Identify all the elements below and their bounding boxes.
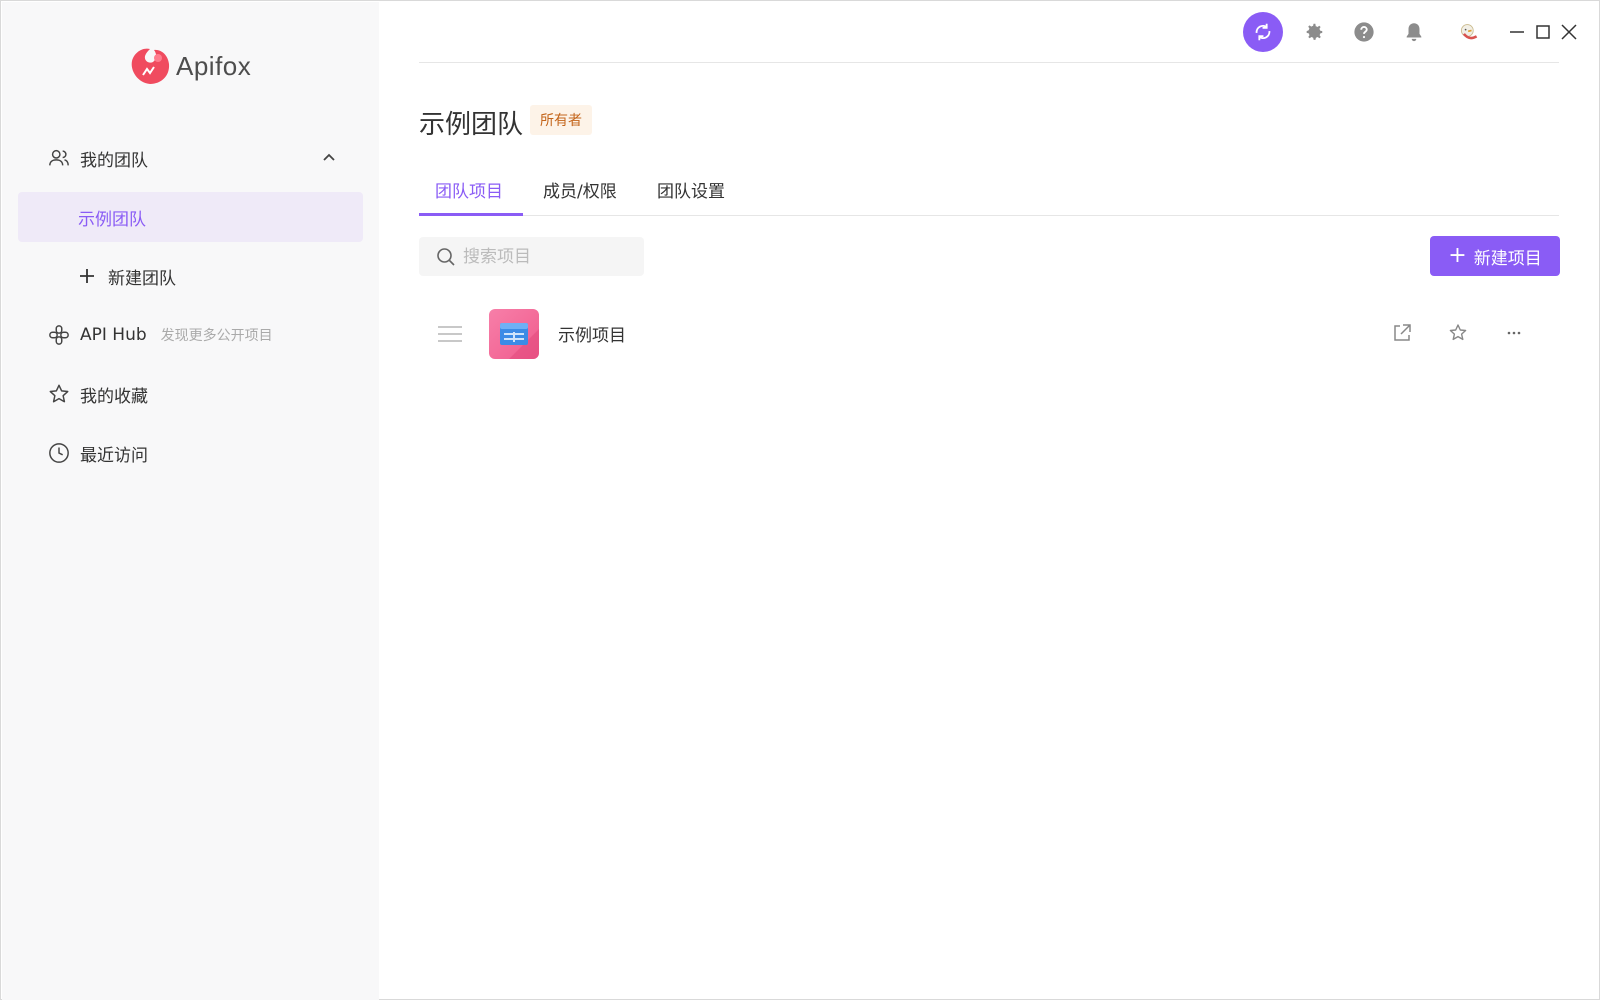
tab-members-permissions[interactable]: 成员/权限 — [543, 177, 617, 202]
open-external-icon[interactable] — [1391, 322, 1413, 344]
avatar[interactable] — [1456, 20, 1482, 46]
apifox-logo: Apifox — [128, 46, 251, 86]
plus-icon — [78, 267, 96, 285]
project-row[interactable]: 示例项目 — [419, 306, 1559, 362]
sidebar-item-recent[interactable]: 最近访问 — [18, 428, 363, 478]
page-title: 示例团队 — [419, 104, 523, 141]
sidebar-item-new-team[interactable]: 新建团队 — [18, 251, 363, 301]
project-name[interactable]: 示例项目 — [558, 321, 626, 346]
star-icon — [47, 382, 71, 406]
sync-icon — [1252, 21, 1274, 43]
project-icon — [489, 309, 539, 359]
star-icon[interactable] — [1447, 322, 1469, 344]
sidebar-item-label: 我的团队 — [80, 146, 148, 171]
settings-icon[interactable] — [1302, 20, 1326, 44]
role-badge: 所有者 — [530, 105, 592, 135]
tab-team-settings[interactable]: 团队设置 — [657, 177, 725, 202]
close-icon[interactable] — [1560, 23, 1578, 41]
sidebar-item-label: API Hub — [80, 325, 147, 345]
sidebar: Apifox 我的团队 示例团队 新建团队 — [2, 2, 379, 1000]
sidebar-item-favorites[interactable]: 我的收藏 — [18, 369, 363, 419]
sidebar-item-label: 我的收藏 — [80, 382, 148, 407]
app-window: Apifox 我的团队 示例团队 新建团队 — [0, 0, 1600, 1000]
sidebar-item-my-teams[interactable]: 我的团队 — [18, 133, 363, 183]
plus-icon: + — [1448, 245, 1466, 267]
api-hub-icon — [47, 323, 71, 347]
tab-bar: 团队项目 成员/权限 团队设置 — [419, 169, 1559, 216]
search-box[interactable] — [419, 237, 644, 276]
active-tab-indicator — [419, 213, 523, 216]
more-icon[interactable] — [1503, 322, 1525, 344]
drag-handle-icon[interactable] — [437, 324, 463, 344]
sidebar-item-example-team[interactable]: 示例团队 — [18, 192, 363, 242]
sidebar-item-label: 最近访问 — [80, 441, 148, 466]
help-icon[interactable] — [1352, 20, 1376, 44]
topbar-divider — [419, 62, 1559, 63]
search-input[interactable] — [463, 247, 643, 267]
sidebar-item-label: 示例团队 — [78, 205, 146, 230]
api-hub-hint: 发现更多公开项目 — [161, 325, 273, 345]
search-icon — [436, 247, 456, 267]
apifox-logo-icon — [128, 45, 172, 87]
minimize-icon[interactable] — [1508, 23, 1526, 41]
chevron-up-icon[interactable] — [321, 150, 337, 166]
sync-button[interactable] — [1243, 12, 1283, 52]
sidebar-item-api-hub[interactable]: API Hub 发现更多公开项目 — [18, 310, 363, 360]
tab-team-projects[interactable]: 团队项目 — [435, 177, 503, 202]
new-project-label: 新建项目 — [1474, 244, 1542, 269]
maximize-icon[interactable] — [1534, 23, 1552, 41]
new-project-button[interactable]: + 新建项目 — [1430, 236, 1560, 276]
sidebar-item-label: 新建团队 — [108, 264, 176, 289]
clock-icon — [47, 441, 71, 465]
bell-icon[interactable] — [1402, 20, 1426, 44]
users-icon — [47, 146, 71, 170]
app-name: Apifox — [176, 51, 251, 82]
